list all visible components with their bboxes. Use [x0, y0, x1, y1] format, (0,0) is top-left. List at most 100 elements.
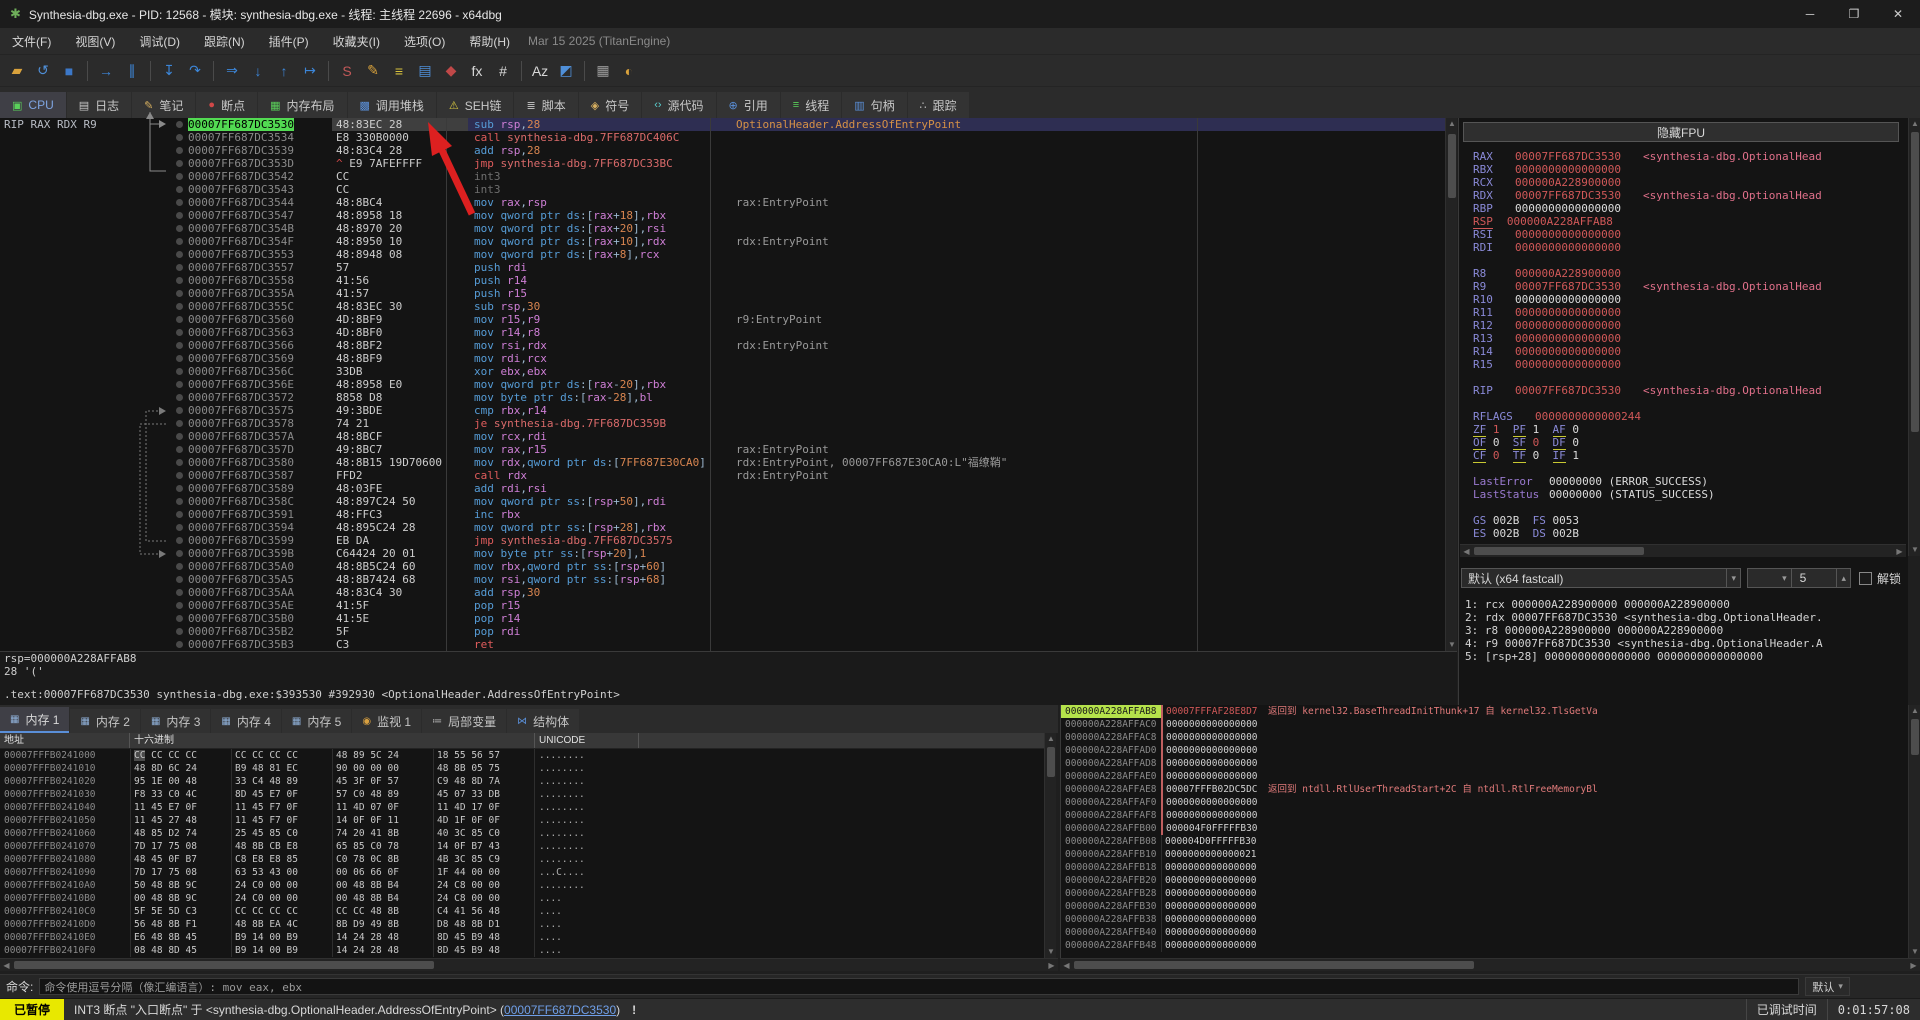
- stack-row[interactable]: 000000A228AFFAC00000000000000000: [1061, 718, 1908, 731]
- breakpoint-dot[interactable]: [176, 407, 183, 414]
- breakpoint-dot[interactable]: [176, 641, 183, 648]
- breakpoint-dot[interactable]: [176, 303, 183, 310]
- breakpoint-column[interactable]: [170, 209, 188, 222]
- register-row-r9[interactable]: R900007FF687DC3530<synthesia-dbg.Optiona…: [1473, 280, 1822, 293]
- stack-hscroll-thumb[interactable]: [1074, 961, 1474, 969]
- disasm-row[interactable]: 00007FF687DC357549:3BDEcmp rbx,r14: [0, 404, 1445, 417]
- disasm-row[interactable]: 00007FF687DC35AA48:83C4 30add rsp,30: [0, 586, 1445, 599]
- breakpoint-dot[interactable]: [176, 420, 183, 427]
- dump-row[interactable]: 00007FFFB024108048 45 0F B7C8 E8 E8 85C0…: [0, 853, 1044, 866]
- breakpoint-dot[interactable]: [176, 199, 183, 206]
- breakpoint-dot[interactable]: [176, 316, 183, 323]
- breakpoint-column[interactable]: [170, 261, 188, 274]
- menu-item-n[interactable]: 跟踪(N): [192, 29, 257, 54]
- breakpoint-dot[interactable]: [176, 628, 183, 635]
- disasm-row[interactable]: 00007FF687DC35A048:8B5C24 60mov rbx,qwor…: [0, 560, 1445, 573]
- breakpoint-column[interactable]: [170, 365, 188, 378]
- register-row-r11[interactable]: R110000000000000000: [1473, 306, 1621, 319]
- breakpoint-dot[interactable]: [176, 342, 183, 349]
- segment-row[interactable]: ES 002B DS 002B: [1473, 527, 1592, 540]
- breakpoint-column[interactable]: [170, 417, 188, 430]
- call-argument[interactable]: 5: [rsp+28] 0000000000000000 00000000000…: [1465, 650, 1905, 663]
- breakpoint-dot[interactable]: [176, 212, 183, 219]
- stack-hscrollbar[interactable]: ◀ ▶: [1060, 958, 1920, 971]
- command-default-select[interactable]: 默认 ▾: [1805, 977, 1850, 996]
- tab-线程[interactable]: ≡线程: [781, 92, 841, 118]
- scroll-up-icon[interactable]: ▲: [1446, 118, 1458, 130]
- breakpoint-dot[interactable]: [176, 251, 183, 258]
- disasm-scrollbar[interactable]: ▲ ▼: [1445, 118, 1457, 651]
- stack-row[interactable]: 000000A228AFFB180000000000000000: [1061, 861, 1908, 874]
- breakpoint-column[interactable]: [170, 391, 188, 404]
- register-row-rbp[interactable]: RBP0000000000000000: [1473, 202, 1621, 215]
- tab-笔记[interactable]: ✎笔记: [132, 92, 195, 118]
- menu-item-o[interactable]: 选项(O): [392, 29, 457, 54]
- breakpoint-dot[interactable]: [176, 147, 183, 154]
- last-status-row[interactable]: LastStatus00000000 (STATUS_SUCCESS): [1473, 488, 1715, 501]
- call-argument[interactable]: 3: r8 000000A228900000 000000A228900000: [1465, 624, 1905, 637]
- breakpoint-column[interactable]: [170, 625, 188, 638]
- dump-row[interactable]: 00007FFFB02410707D 17 75 0848 8B CB E865…: [0, 840, 1044, 853]
- tab-调用堆栈[interactable]: ▩调用堆栈: [348, 92, 436, 118]
- registers-hscrollbar[interactable]: ◀ ▶: [1460, 544, 1906, 557]
- breakpoint-dot[interactable]: [176, 368, 183, 375]
- stack-row[interactable]: 000000A228AFFAE00000000000000000: [1061, 770, 1908, 783]
- maximize-button[interactable]: ❐: [1832, 0, 1876, 28]
- disasm-row[interactable]: 00007FF687DC355841:56push r14: [0, 274, 1445, 287]
- disasm-row[interactable]: 00007FF687DC354748:8958 18mov qword ptr …: [0, 209, 1445, 222]
- disasm-row[interactable]: 00007FF687DC358C48:897C24 50mov qword pt…: [0, 495, 1445, 508]
- calling-convention-select[interactable]: 默认 (x64 fastcall) ▾: [1461, 568, 1741, 588]
- stack-row[interactable]: 000000A228AFFB300000000000000000: [1061, 900, 1908, 913]
- globe-icon[interactable]: ◐: [617, 59, 641, 83]
- registers-scroll-thumb[interactable]: [1911, 132, 1919, 432]
- rflags-row[interactable]: RFLAGS0000000000000244: [1473, 410, 1641, 423]
- disasm-row[interactable]: 00007FF687DC356E48:8958 E0mov qword ptr …: [0, 378, 1445, 391]
- text-az-icon[interactable]: Az: [528, 59, 552, 83]
- breakpoint-dot[interactable]: [176, 134, 183, 141]
- register-row-rbx[interactable]: RBX0000000000000000: [1473, 163, 1621, 176]
- breakpoint-dot[interactable]: [176, 602, 183, 609]
- breakpoint-dot[interactable]: [176, 173, 183, 180]
- stack-row[interactable]: 000000A228AFFB00000004F0FFFFFB30: [1061, 822, 1908, 835]
- tab-引用[interactable]: ⊕引用: [717, 92, 780, 118]
- tab-日志[interactable]: ▤日志: [67, 92, 131, 118]
- dump-hscrollbar[interactable]: ◀ ▶: [0, 958, 1058, 971]
- register-row-rsp[interactable]: RSP000000A228AFFAB8: [1473, 215, 1613, 228]
- stack-row[interactable]: 000000A228AFFAD80000000000000000: [1061, 757, 1908, 770]
- breakpoint-dot[interactable]: [176, 446, 183, 453]
- notes-icon[interactable]: ≡: [387, 59, 411, 83]
- register-row-r10[interactable]: R100000000000000000: [1473, 293, 1621, 306]
- disasm-row[interactable]: 00007FF687DC353D^ E9 7AFEFFFFjmp synthes…: [0, 157, 1445, 170]
- breakpoint-column[interactable]: [170, 612, 188, 625]
- dump-row[interactable]: 00007FFFB024101048 8D 6C 24B9 48 81 EC90…: [0, 762, 1044, 775]
- stack-row[interactable]: 000000A228AFFB280000000000000000: [1061, 887, 1908, 900]
- breakpoint-dot[interactable]: [176, 121, 183, 128]
- menu-item-d[interactable]: 调试(D): [127, 29, 192, 54]
- run-icon[interactable]: →: [94, 59, 118, 83]
- dump-row[interactable]: 00007FFFB02410E0E6 48 8B 45B9 14 00 B914…: [0, 931, 1044, 944]
- breakpoint-column[interactable]: [170, 313, 188, 326]
- menu-item-p[interactable]: 插件(P): [257, 29, 321, 54]
- menu-item-v[interactable]: 视图(V): [63, 29, 127, 54]
- restart-icon[interactable]: ↺: [31, 59, 55, 83]
- breakpoint-dot[interactable]: [176, 290, 183, 297]
- disasm-row[interactable]: 00007FF687DC355C48:83EC 30sub rsp,30: [0, 300, 1445, 313]
- dump-scrollbar[interactable]: ▲ ▼: [1044, 733, 1056, 958]
- tab-内存 3[interactable]: ▦内存 3: [141, 709, 210, 733]
- edit-icon[interactable]: ✎: [361, 59, 385, 83]
- disasm-row[interactable]: 00007FF687DC35634D:8BF0mov r14,r8: [0, 326, 1445, 339]
- breakpoint-column[interactable]: [170, 534, 188, 547]
- stack-row[interactable]: 000000A228AFFB400000000000000000: [1061, 926, 1908, 939]
- breakpoint-dot[interactable]: [176, 459, 183, 466]
- stack-row[interactable]: 000000A228AFFB480000000000000000: [1061, 939, 1908, 952]
- register-row-rsi[interactable]: RSI0000000000000000: [1473, 228, 1621, 241]
- tab-SEH链[interactable]: ⚠SEH链: [437, 92, 514, 118]
- dump-row[interactable]: 00007FFFB02410F008 48 8D 45B9 14 00 B914…: [0, 944, 1044, 957]
- breakpoint-dot[interactable]: [176, 485, 183, 492]
- tab-监视 1[interactable]: ◉监视 1: [352, 709, 421, 733]
- command-input[interactable]: [39, 978, 1799, 995]
- stack-row[interactable]: 000000A228AFFB08000004D0FFFFFB30: [1061, 835, 1908, 848]
- breakpoint-dot[interactable]: [176, 225, 183, 232]
- breakpoint-column[interactable]: [170, 430, 188, 443]
- dump-row[interactable]: 00007FFFB0241030F8 33 C0 4C8D 45 E7 0F57…: [0, 788, 1044, 801]
